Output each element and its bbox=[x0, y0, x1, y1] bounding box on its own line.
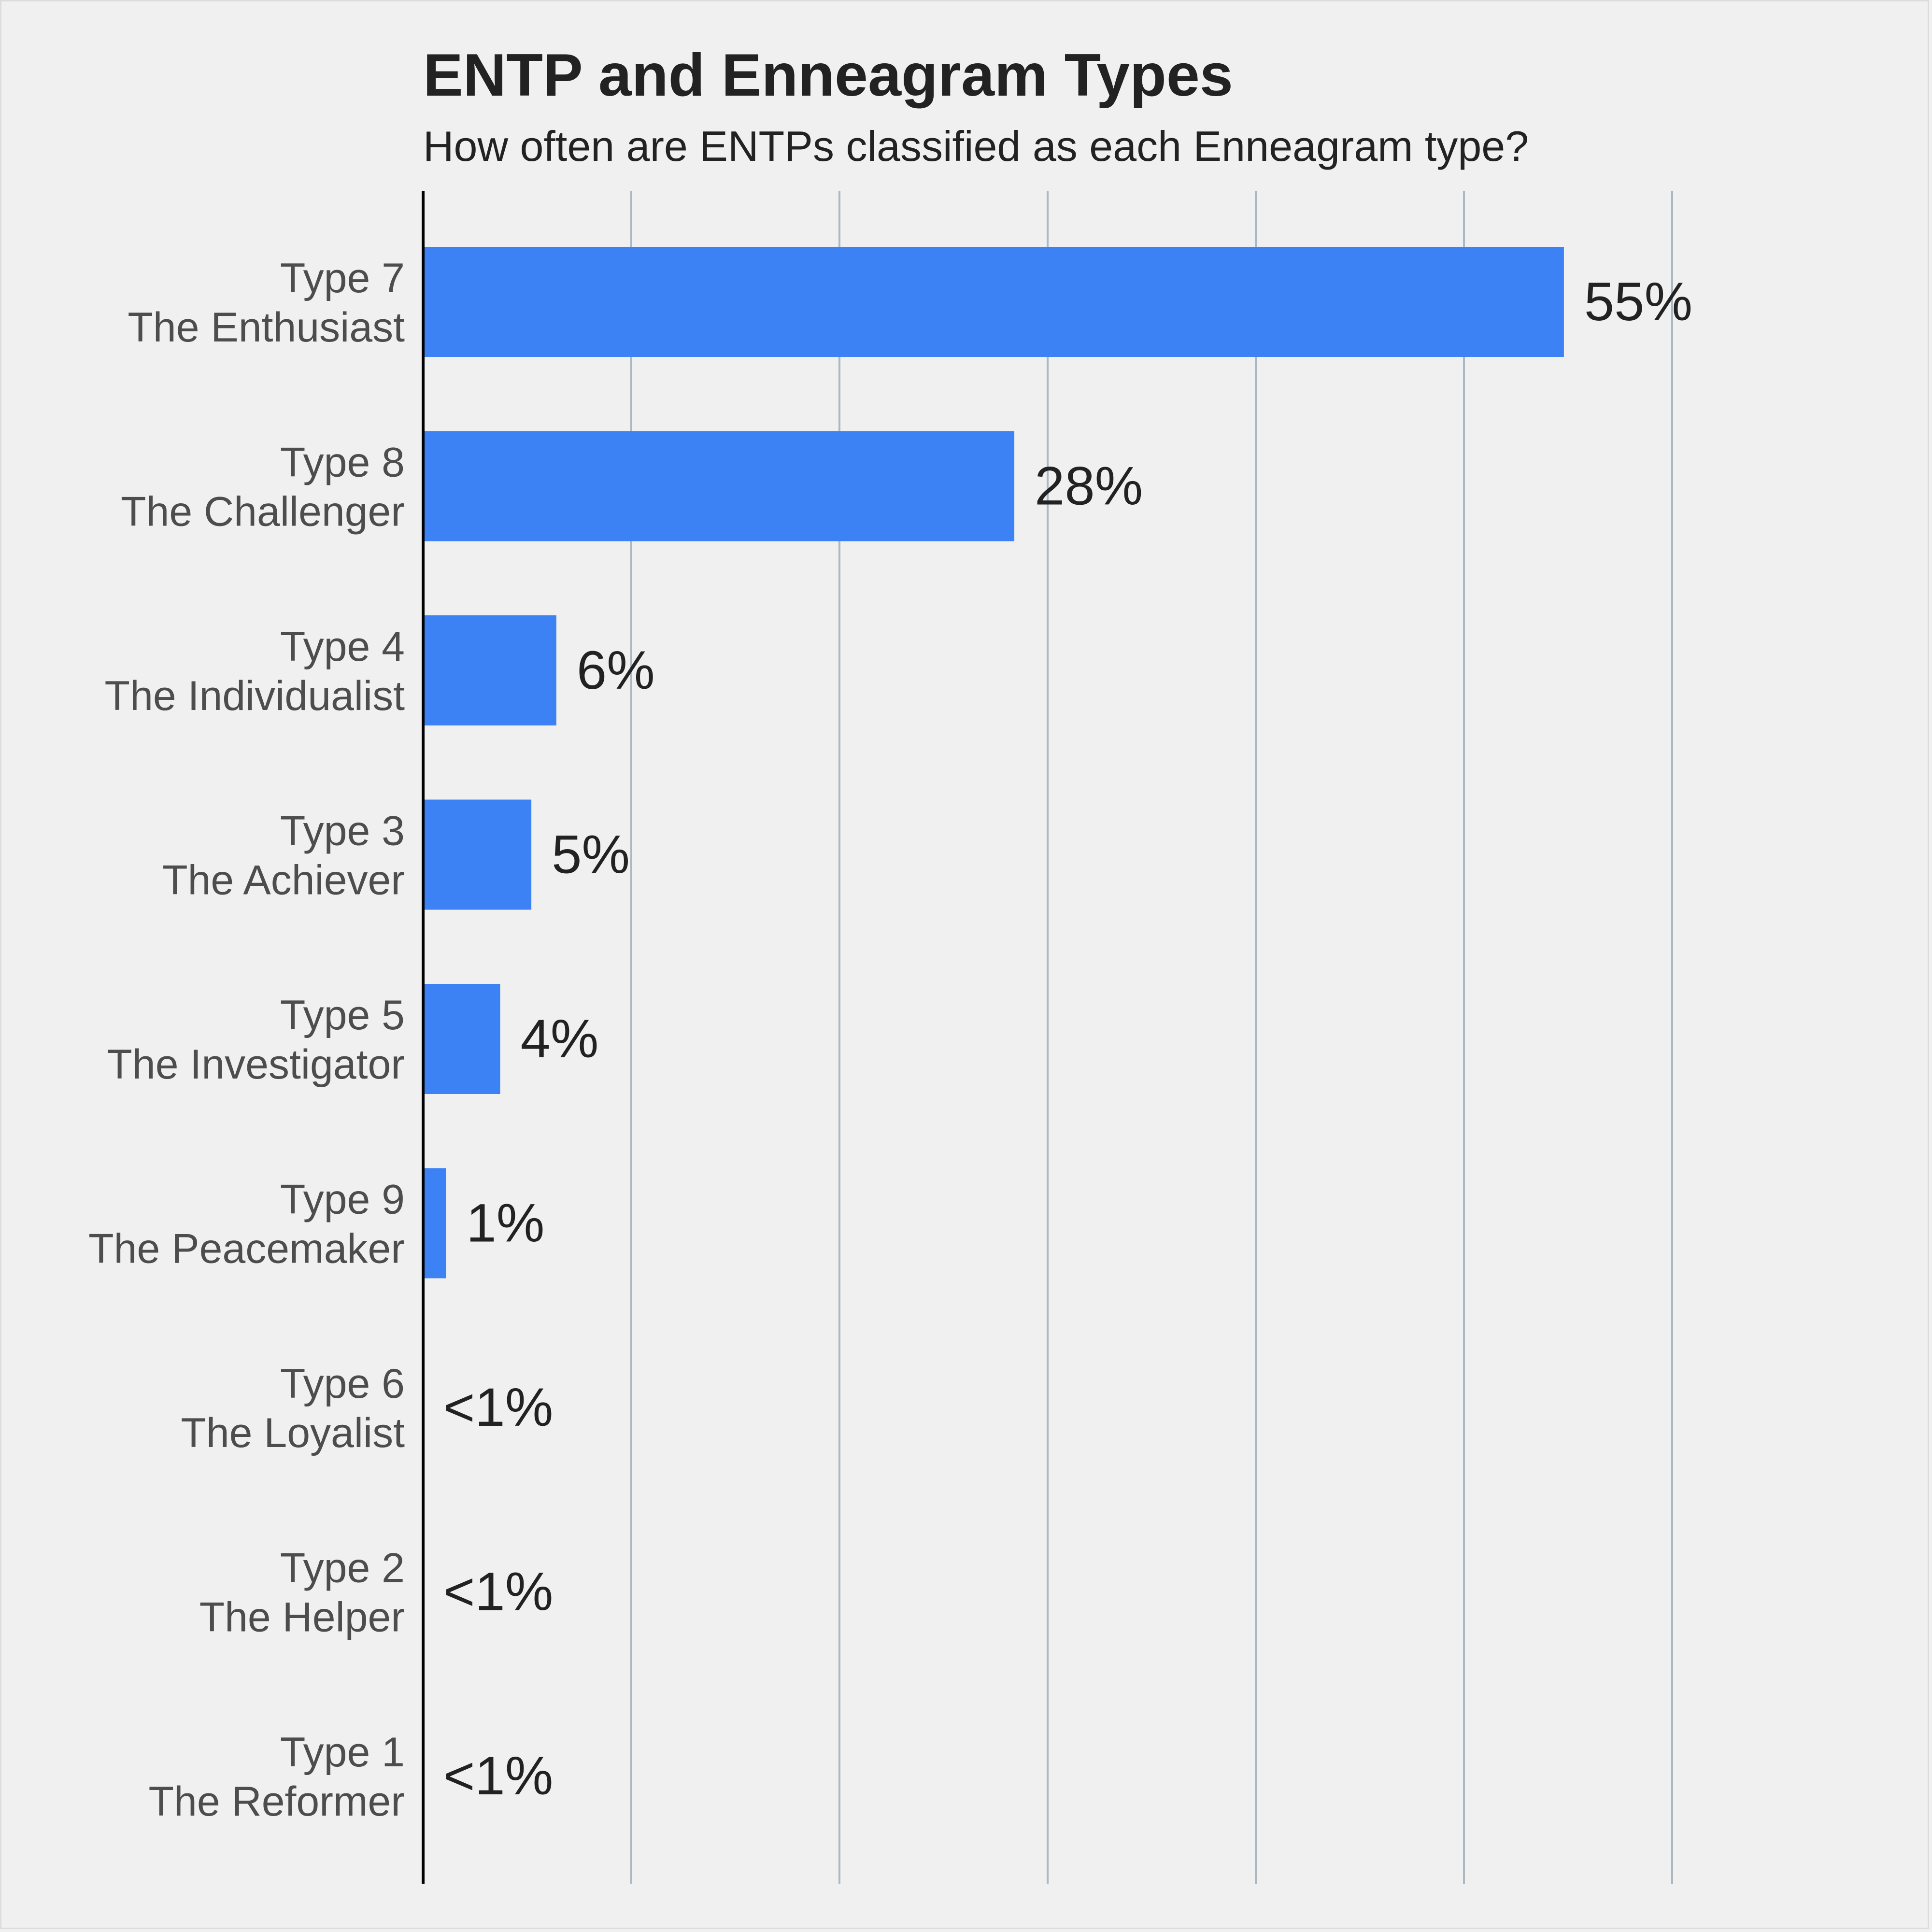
category-name-label: The Achiever bbox=[162, 857, 405, 904]
category-label: Type 1 bbox=[280, 1729, 405, 1776]
bar bbox=[423, 984, 500, 1094]
data-label: 4% bbox=[520, 1009, 598, 1069]
category-label: Type 2 bbox=[280, 1545, 405, 1591]
category-name-label: The Helper bbox=[199, 1594, 405, 1641]
category-name-label: The Loyalist bbox=[181, 1410, 405, 1456]
data-label: 55% bbox=[1584, 271, 1692, 332]
bar bbox=[423, 431, 1015, 541]
data-label: <1% bbox=[443, 1377, 553, 1437]
category-label: Type 8 bbox=[280, 440, 405, 486]
bar bbox=[423, 247, 1564, 357]
category-name-label: The Challenger bbox=[121, 489, 405, 535]
data-label: 5% bbox=[552, 824, 630, 885]
category-name-label: The Reformer bbox=[149, 1778, 405, 1825]
category-label: Type 5 bbox=[280, 992, 405, 1038]
category-name-label: The Enthusiast bbox=[128, 304, 405, 351]
bar bbox=[423, 799, 532, 910]
data-label: 1% bbox=[466, 1193, 544, 1253]
data-label: <1% bbox=[443, 1746, 553, 1806]
category-label: Type 4 bbox=[280, 624, 405, 670]
category-name-label: The Peacemaker bbox=[88, 1226, 405, 1272]
bar bbox=[423, 615, 556, 725]
bar bbox=[423, 1168, 446, 1279]
data-label: 28% bbox=[1035, 456, 1143, 516]
category-labels: Type 7The Enthusiast Type 8The Challenger… bbox=[88, 255, 405, 1825]
bar-chart: Type 7The Enthusiast Type 8The Challenger… bbox=[88, 191, 1692, 1884]
data-label: <1% bbox=[443, 1562, 553, 1622]
category-label: Type 3 bbox=[280, 808, 405, 854]
data-label: 6% bbox=[577, 640, 655, 700]
bars bbox=[423, 247, 1564, 1279]
category-name-label: The Individualist bbox=[105, 673, 405, 719]
category-label: Type 6 bbox=[280, 1361, 405, 1407]
category-name-label: The Investigator bbox=[107, 1041, 405, 1088]
category-label: Type 7 bbox=[280, 255, 405, 301]
category-label: Type 9 bbox=[280, 1177, 405, 1223]
